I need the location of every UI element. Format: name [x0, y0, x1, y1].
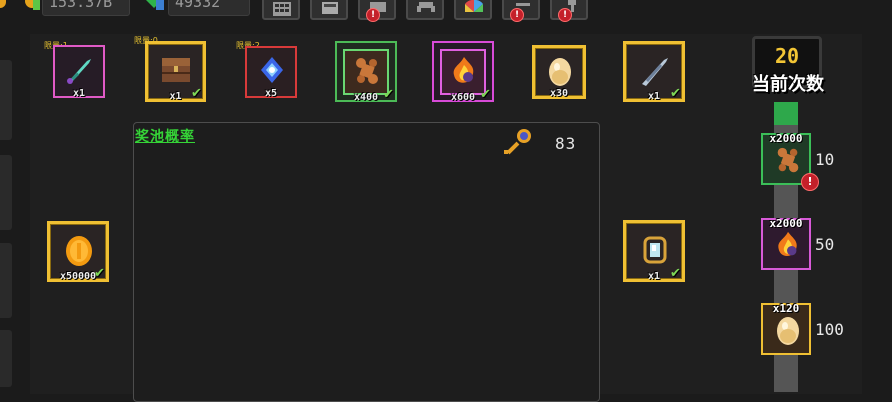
- milestone-qty: x2000: [769, 132, 803, 145]
- reward-qty: x5: [264, 88, 278, 99]
- claimed-check-icon: ✔: [383, 87, 394, 102]
- milestone-slot-50[interactable]: x2000: [761, 217, 811, 270]
- draw-count: 20: [774, 44, 800, 68]
- reward-slot-crystal[interactable]: x5: [245, 46, 297, 99]
- milestone-threshold: 10: [815, 150, 835, 169]
- claimed-check-icon: ✔: [94, 266, 105, 281]
- alert-badge: !: [558, 8, 572, 22]
- key-count: 83: [555, 134, 577, 153]
- gold-coin-icon: [24, 0, 40, 10]
- crystal-icon: [261, 57, 283, 83]
- milestone-qty: x120: [772, 302, 800, 315]
- left-panel-edge: [0, 155, 12, 230]
- pool-probability-box: [133, 122, 600, 402]
- pie-wheel-icon: [465, 0, 483, 12]
- bone-icon: [356, 58, 378, 84]
- bone-icon: [777, 147, 799, 173]
- pickaxe-button[interactable]: !: [502, 0, 540, 22]
- milestone-progress-fill: [774, 102, 798, 125]
- gold-edge-icon: [0, 0, 6, 8]
- dagger-icon: [67, 59, 91, 84]
- invader-button[interactable]: [406, 0, 444, 20]
- reward-slot-egg[interactable]: x30: [532, 45, 586, 99]
- box-button[interactable]: [310, 0, 348, 20]
- gold-amount: 153.37B: [42, 0, 130, 16]
- feather-blade-icon: [642, 58, 668, 86]
- milestone-threshold: 100: [815, 320, 844, 339]
- calculator-icon: [273, 2, 291, 16]
- claimed-check-icon: ✔: [670, 266, 681, 281]
- left-panel-edge: [0, 330, 12, 387]
- equipment-button[interactable]: !: [358, 0, 396, 22]
- alert-badge: !: [366, 8, 380, 22]
- fire-orb-icon: [778, 231, 797, 257]
- left-panel-edge: [0, 243, 12, 318]
- claimed-check-icon: ✔: [191, 86, 202, 101]
- chest-icon: [162, 58, 190, 82]
- alert-badge: !: [510, 8, 524, 22]
- reward-slot-bone[interactable]: x400 ✔: [335, 41, 397, 103]
- reward-qty: x1: [72, 88, 86, 99]
- claimed-check-icon: ✔: [480, 87, 491, 102]
- reward-slot-dagger[interactable]: x1: [53, 45, 105, 99]
- wheel-button[interactable]: [454, 0, 492, 20]
- milestone-threshold: 50: [815, 235, 835, 254]
- milestone-slot-10[interactable]: x2000 !: [761, 132, 819, 191]
- reward-slot-coin[interactable]: x50000 ✔: [47, 221, 109, 282]
- calculator-button[interactable]: [262, 0, 300, 20]
- reward-slot-gem-ring[interactable]: x1 ✔: [623, 220, 685, 282]
- gem-ring-icon: [643, 236, 667, 264]
- reward-qty: x30: [549, 88, 569, 99]
- milestone-qty: x2000: [769, 217, 803, 230]
- claimed-check-icon: ✔: [670, 86, 681, 101]
- box-icon: [322, 2, 338, 14]
- gem-amount: 49332: [168, 0, 250, 16]
- invader-icon: [417, 2, 435, 12]
- pool-probability-link[interactable]: 奖池概率: [135, 126, 195, 146]
- alert-badge: !: [801, 173, 819, 191]
- left-panel-edge: [0, 60, 12, 140]
- draw-count-label: 当前次数: [752, 74, 824, 95]
- hammer-button[interactable]: !: [550, 0, 588, 22]
- fire-orb-icon: [453, 57, 474, 83]
- egg-icon: [549, 58, 571, 86]
- green-gem-icon: [146, 0, 164, 10]
- top-bar: 153.37B 49332 ! ! !: [0, 0, 892, 22]
- key-icon: [504, 129, 531, 155]
- reward-slot-chest[interactable]: x1 ✔: [145, 41, 206, 102]
- reward-slot-feather-blade[interactable]: x1 ✔: [623, 41, 685, 102]
- reward-slot-fire-orb[interactable]: x600 ✔: [432, 41, 494, 103]
- coin-icon: [66, 236, 92, 266]
- egg-icon: [777, 317, 799, 345]
- milestone-slot-100[interactable]: x120: [761, 302, 811, 355]
